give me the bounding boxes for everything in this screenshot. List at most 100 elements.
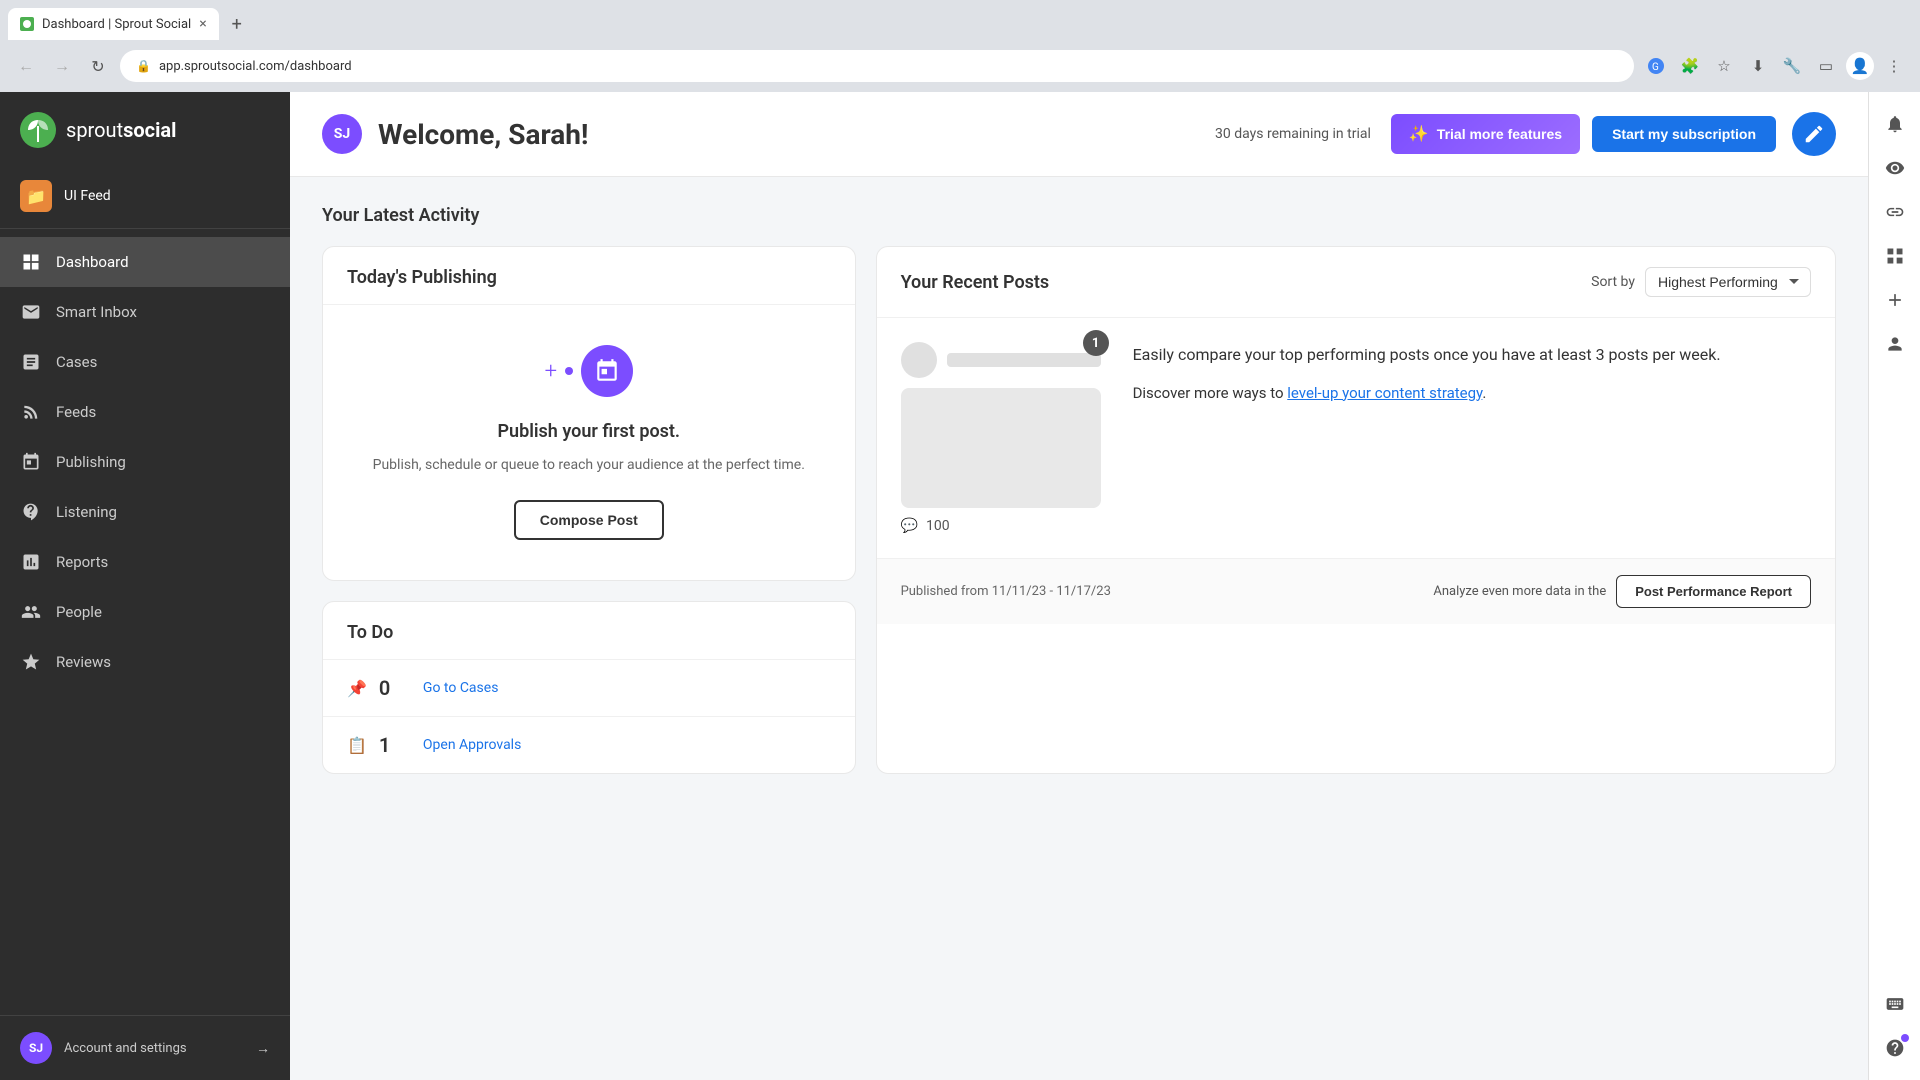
svg-text:G: G xyxy=(1652,62,1659,73)
feeds-icon xyxy=(20,401,42,423)
sidebar-item-smart-inbox[interactable]: Smart Inbox xyxy=(0,287,290,337)
open-approvals-link[interactable]: Open Approvals xyxy=(423,737,521,753)
publishing-card: Today's Publishing + Publish your first … xyxy=(322,246,856,581)
discover-prefix: Discover more ways to xyxy=(1133,384,1288,402)
keyboard-btn[interactable] xyxy=(1875,984,1915,1024)
reviews-icon xyxy=(20,651,42,673)
tab-favicon xyxy=(20,17,34,31)
todo-title: To Do xyxy=(347,622,831,643)
add-btn[interactable] xyxy=(1875,280,1915,320)
recent-posts-card: Your Recent Posts Sort by Highest Perfor… xyxy=(876,246,1836,774)
publishing-card-header: Today's Publishing xyxy=(323,247,855,305)
reports-label: Reports xyxy=(56,553,108,571)
back-btn[interactable]: ← xyxy=(12,52,40,80)
url-text: app.sproutsocial.com/dashboard xyxy=(159,59,1618,74)
posts-empty-message: Easily compare your top performing posts… xyxy=(1133,342,1811,402)
extensions-btn[interactable]: 🧩 xyxy=(1676,52,1704,80)
post-performance-report-button[interactable]: Post Performance Report xyxy=(1616,575,1811,608)
trial-features-button[interactable]: ✨ Trial more features xyxy=(1391,114,1580,154)
reviews-label: Reviews xyxy=(56,653,111,671)
recent-posts-footer: Published from 11/11/23 - 11/17/23 Analy… xyxy=(877,558,1835,624)
sidebar-item-cases[interactable]: Cases xyxy=(0,337,290,387)
sprout-logo-icon xyxy=(20,112,56,148)
google-icon[interactable]: G xyxy=(1642,52,1670,80)
account-arrow-icon: → xyxy=(256,1040,270,1057)
browser-toolbar: ← → ↻ 🔒 app.sproutsocial.com/dashboard G… xyxy=(0,40,1920,92)
sort-select[interactable]: Highest Performing Most Recent Oldest xyxy=(1645,267,1811,297)
grid-btn[interactable] xyxy=(1875,236,1915,276)
comment-icon: 💬 xyxy=(901,518,918,534)
tab-title: Dashboard | Sprout Social xyxy=(42,17,191,32)
reports-icon xyxy=(20,551,42,573)
bookmark-btn[interactable]: ☆ xyxy=(1710,52,1738,80)
go-to-cases-link[interactable]: Go to Cases xyxy=(423,680,499,696)
posts-discover-text: Discover more ways to level-up your cont… xyxy=(1133,384,1811,402)
sidebar-account[interactable]: SJ Account and settings → xyxy=(0,1015,290,1080)
profile-btn[interactable]: 👤 xyxy=(1846,52,1874,80)
sidebar-item-people[interactable]: People xyxy=(0,587,290,637)
welcome-title: Welcome, Sarah! xyxy=(378,118,1215,151)
account-settings-label: Account and settings xyxy=(64,1041,244,1056)
people-icon xyxy=(20,601,42,623)
todo-approvals-icon: 📋 xyxy=(347,736,367,755)
recent-posts-header: Your Recent Posts Sort by Highest Perfor… xyxy=(877,247,1835,318)
help-btn[interactable] xyxy=(1875,1028,1915,1068)
post-badge: 1 xyxy=(1083,330,1109,356)
address-bar[interactable]: 🔒 app.sproutsocial.com/dashboard xyxy=(120,50,1634,82)
sidebar-nav: Dashboard Smart Inbox Cases Feeds xyxy=(0,229,290,1015)
active-tab[interactable]: Dashboard | Sprout Social × xyxy=(8,8,219,40)
todo-cases-icon: 📌 xyxy=(347,679,367,698)
content-area: Your Latest Activity Today's Publishing … xyxy=(290,177,1868,1080)
sidebar-feed-item[interactable]: 📁 UI Feed xyxy=(0,164,290,229)
monitor-btn[interactable] xyxy=(1875,148,1915,188)
refresh-btn[interactable]: ↻ xyxy=(84,52,112,80)
posts-empty-text: Easily compare your top performing posts… xyxy=(1133,342,1811,368)
recent-posts-body: 1 💬 100 Easily co xyxy=(877,318,1835,558)
publishing-content: + Publish your first post. Publish, sche… xyxy=(323,305,855,580)
post-comment-count: 100 xyxy=(926,518,950,534)
post-stats: 💬 100 xyxy=(901,518,1101,534)
trial-text: 30 days remaining in trial xyxy=(1215,126,1371,142)
sidebar-toggle-btn[interactable]: ▭ xyxy=(1812,52,1840,80)
account-avatar: SJ xyxy=(20,1032,52,1064)
subscription-button[interactable]: Start my subscription xyxy=(1592,116,1776,152)
sidebar-item-dashboard[interactable]: Dashboard xyxy=(0,237,290,287)
forward-btn[interactable]: → xyxy=(48,52,76,80)
sidebar-item-feeds[interactable]: Feeds xyxy=(0,387,290,437)
compose-post-button[interactable]: Compose Post xyxy=(514,500,664,540)
sidebar-item-publishing[interactable]: Publishing xyxy=(0,437,290,487)
sidebar-item-reviews[interactable]: Reviews xyxy=(0,637,290,687)
compose-button[interactable] xyxy=(1792,112,1836,156)
main-content: SJ Welcome, Sarah! 30 days remaining in … xyxy=(290,92,1868,1080)
menu-btn[interactable]: ⋮ xyxy=(1880,52,1908,80)
main-header: SJ Welcome, Sarah! 30 days remaining in … xyxy=(290,92,1868,177)
help-badge xyxy=(1901,1034,1909,1042)
publishing-label: Publishing xyxy=(56,453,126,471)
listening-icon xyxy=(20,501,42,523)
trial-features-icon: ✨ xyxy=(1409,124,1429,144)
content-strategy-link[interactable]: level-up your content strategy xyxy=(1287,384,1482,402)
link-btn[interactable] xyxy=(1875,192,1915,232)
tab-close-btn[interactable]: × xyxy=(199,16,206,32)
discover-suffix: . xyxy=(1482,384,1486,402)
publishing-card-title: Today's Publishing xyxy=(347,267,831,288)
analyze-text: Analyze even more data in the xyxy=(1433,584,1606,599)
new-tab-btn[interactable]: + xyxy=(223,10,251,38)
dashboard-icon xyxy=(20,251,42,273)
notifications-btn[interactable] xyxy=(1875,104,1915,144)
dashboard-label: Dashboard xyxy=(56,253,129,271)
user-btn[interactable] xyxy=(1875,324,1915,364)
sidebar-item-reports[interactable]: Reports xyxy=(0,537,290,587)
calendar-icon xyxy=(581,345,633,397)
feeds-label: Feeds xyxy=(56,403,96,421)
post-name-placeholder xyxy=(947,353,1101,367)
trial-features-label: Trial more features xyxy=(1437,126,1562,142)
right-panel xyxy=(1868,92,1920,1080)
download-btn[interactable]: ⬇ xyxy=(1744,52,1772,80)
cases-icon xyxy=(20,351,42,373)
publish-plus-icon: + xyxy=(545,359,557,384)
sidebar-item-listening[interactable]: Listening xyxy=(0,487,290,537)
extensions-puzzle-btn[interactable]: 🔧 xyxy=(1778,52,1806,80)
toolbar-actions: G 🧩 ☆ ⬇ 🔧 ▭ 👤 ⋮ xyxy=(1642,52,1908,80)
todo-item-approvals: 📋 1 Open Approvals xyxy=(323,716,855,773)
